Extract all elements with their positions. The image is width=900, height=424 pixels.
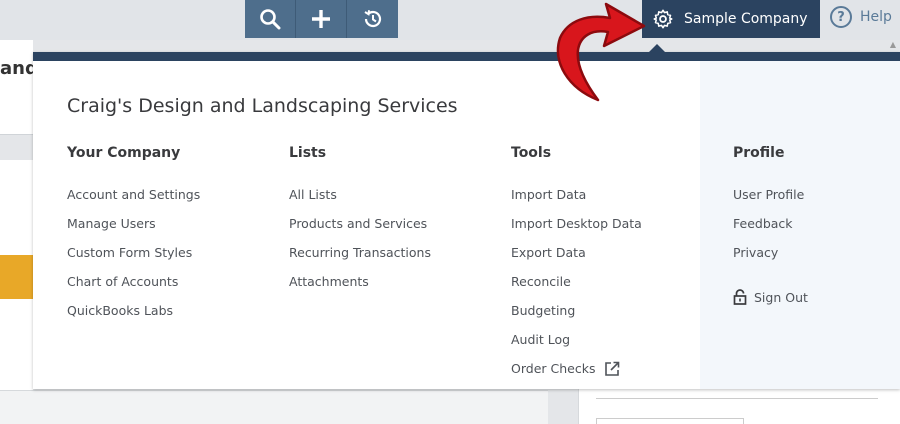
menu-item-attachments[interactable]: Attachments bbox=[289, 267, 431, 296]
menu-item-chart-of-accounts[interactable]: Chart of Accounts bbox=[67, 267, 200, 296]
red-arrow-annotation bbox=[556, 2, 646, 102]
menu-item-reconcile[interactable]: Reconcile bbox=[511, 267, 642, 296]
menu-item-import-desktop-data[interactable]: Import Desktop Data bbox=[511, 209, 642, 238]
menu-item-privacy[interactable]: Privacy bbox=[733, 238, 804, 267]
profile-heading: Profile bbox=[733, 145, 785, 161]
create-button[interactable] bbox=[296, 0, 347, 38]
help-label: Help bbox=[860, 9, 892, 25]
scrollbar-up-arrow[interactable]: ▲ bbox=[886, 40, 900, 52]
background-field bbox=[596, 418, 744, 424]
sign-out-label: Sign Out bbox=[754, 289, 808, 305]
menu-item-feedback[interactable]: Feedback bbox=[733, 209, 804, 238]
menu-item-order-checks[interactable]: Order Checks bbox=[511, 354, 642, 383]
your-company-column: Your Company Account and Settings Manage… bbox=[67, 145, 200, 325]
lists-heading: Lists bbox=[289, 145, 327, 161]
background-header-strip bbox=[0, 40, 33, 135]
menu-item-recurring-transactions[interactable]: Recurring Transactions bbox=[289, 238, 431, 267]
background-bottom-panel bbox=[0, 390, 548, 424]
profile-column: Profile User Profile Feedback Privacy bbox=[733, 145, 804, 267]
background-divider bbox=[596, 398, 878, 399]
menu-item-audit-log[interactable]: Audit Log bbox=[511, 325, 642, 354]
menu-item-quickbooks-labs[interactable]: QuickBooks Labs bbox=[67, 296, 200, 325]
menu-item-manage-users[interactable]: Manage Users bbox=[67, 209, 200, 238]
tools-column: Tools Import Data Import Desktop Data Ex… bbox=[511, 145, 642, 383]
external-link-icon bbox=[603, 360, 621, 378]
menu-item-custom-form-styles[interactable]: Custom Form Styles bbox=[67, 238, 200, 267]
menu-item-import-data[interactable]: Import Data bbox=[511, 180, 642, 209]
history-icon bbox=[363, 10, 381, 28]
help-icon: ? bbox=[830, 6, 852, 28]
plus-icon bbox=[312, 10, 330, 28]
menu-item-account-settings[interactable]: Account and Settings bbox=[67, 180, 200, 209]
company-full-name: Craig's Design and Landscaping Services bbox=[67, 95, 458, 117]
search-icon bbox=[260, 9, 281, 30]
tools-heading: Tools bbox=[511, 145, 552, 161]
gear-icon bbox=[652, 8, 674, 30]
help-button[interactable]: ? Help bbox=[830, 6, 892, 28]
your-company-heading: Your Company bbox=[67, 145, 181, 161]
order-checks-label: Order Checks bbox=[511, 361, 596, 376]
toolbar-icons bbox=[245, 0, 398, 38]
search-button[interactable] bbox=[245, 0, 296, 38]
menu-item-all-lists[interactable]: All Lists bbox=[289, 180, 431, 209]
menu-item-export-data[interactable]: Export Data bbox=[511, 238, 642, 267]
menu-pointer-notch bbox=[649, 44, 665, 52]
menu-item-budgeting[interactable]: Budgeting bbox=[511, 296, 642, 325]
lists-column: Lists All Lists Products and Services Re… bbox=[289, 145, 431, 296]
company-settings-menu: Craig's Design and Landscaping Services … bbox=[33, 44, 900, 389]
sign-out-button[interactable]: Sign Out bbox=[733, 289, 808, 305]
lock-icon bbox=[733, 289, 747, 305]
menu-item-products-services[interactable]: Products and Services bbox=[289, 209, 431, 238]
recent-transactions-button[interactable] bbox=[347, 0, 398, 38]
menu-item-user-profile[interactable]: User Profile bbox=[733, 180, 804, 209]
background-orange-banner bbox=[0, 255, 33, 299]
company-settings-button[interactable]: Sample Company bbox=[642, 0, 820, 38]
company-name-label: Sample Company bbox=[684, 11, 808, 27]
